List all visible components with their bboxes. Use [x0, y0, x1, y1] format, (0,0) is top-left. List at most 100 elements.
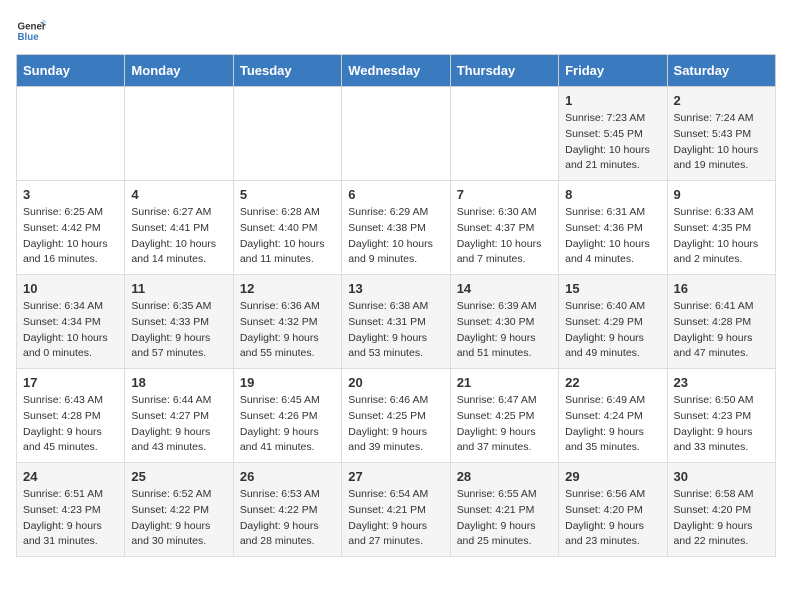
day-cell: 19Sunrise: 6:45 AMSunset: 4:26 PMDayligh…: [233, 369, 341, 463]
day-info: Sunrise: 6:54 AMSunset: 4:21 PMDaylight:…: [348, 487, 443, 550]
day-number: 27: [348, 469, 443, 484]
week-row-1: 1 Sunrise: 7:23 AMSunset: 5:45 PMDaylight…: [17, 87, 776, 181]
calendar-table: SundayMondayTuesdayWednesdayThursdayFrid…: [16, 54, 776, 557]
day-cell: 21 Sunrise: 6:47 AMSunset: 4:25 PMDayligh…: [450, 369, 558, 463]
day-cell: 2 Sunrise: 7:24 AMSunset: 5:43 PMDaylight…: [667, 87, 775, 181]
day-cell: 6 Sunrise: 6:29 AMSunset: 4:38 PMDaylight…: [342, 181, 450, 275]
day-info: Sunrise: 6:28 AMSunset: 4:40 PMDaylight:…: [240, 205, 335, 268]
day-cell: 25 Sunrise: 6:52 AMSunset: 4:22 PMDayligh…: [125, 463, 233, 557]
week-row-4: 17 Sunrise: 6:43 AMSunset: 4:28 PMDayligh…: [17, 369, 776, 463]
day-cell: [17, 87, 125, 181]
day-info: Sunrise: 6:25 AMSunset: 4:42 PMDaylight:…: [23, 205, 118, 268]
day-number: 14: [457, 281, 552, 296]
day-cell: 30Sunrise: 6:58 AMSunset: 4:20 PMDayligh…: [667, 463, 775, 557]
day-number: 25: [131, 469, 226, 484]
day-info: Sunrise: 6:55 AMSunset: 4:21 PMDaylight:…: [457, 487, 552, 550]
day-cell: 28 Sunrise: 6:55 AMSunset: 4:21 PMDayligh…: [450, 463, 558, 557]
day-cell: 20 Sunrise: 6:46 AMSunset: 4:25 PMDayligh…: [342, 369, 450, 463]
day-number: 28: [457, 469, 552, 484]
day-info: Sunrise: 6:56 AMSunset: 4:20 PMDaylight:…: [565, 487, 660, 550]
day-info: Sunrise: 7:24 AMSunset: 5:43 PMDaylight:…: [674, 111, 769, 174]
week-row-5: 24Sunrise: 6:51 AMSunset: 4:23 PMDayligh…: [17, 463, 776, 557]
day-info: Sunrise: 6:35 AMSunset: 4:33 PMDaylight:…: [131, 299, 226, 362]
day-number: 1: [565, 93, 660, 108]
day-cell: 8 Sunrise: 6:31 AMSunset: 4:36 PMDaylight…: [559, 181, 667, 275]
day-info: Sunrise: 6:47 AMSunset: 4:25 PMDaylight:…: [457, 393, 552, 456]
day-cell: 12Sunrise: 6:36 AMSunset: 4:32 PMDayligh…: [233, 275, 341, 369]
day-info: Sunrise: 6:31 AMSunset: 4:36 PMDaylight:…: [565, 205, 660, 268]
day-cell: 9Sunrise: 6:33 AMSunset: 4:35 PMDaylight…: [667, 181, 775, 275]
day-info: Sunrise: 6:51 AMSunset: 4:23 PMDaylight:…: [23, 487, 118, 550]
day-cell: [342, 87, 450, 181]
day-number: 29: [565, 469, 660, 484]
day-cell: 15 Sunrise: 6:40 AMSunset: 4:29 PMDayligh…: [559, 275, 667, 369]
day-number: 2: [674, 93, 769, 108]
logo-icon: General Blue: [16, 16, 46, 46]
day-number: 9: [674, 187, 769, 202]
day-info: Sunrise: 6:29 AMSunset: 4:38 PMDaylight:…: [348, 205, 443, 268]
day-cell: 27 Sunrise: 6:54 AMSunset: 4:21 PMDayligh…: [342, 463, 450, 557]
svg-text:Blue: Blue: [18, 32, 40, 43]
day-cell: 1 Sunrise: 7:23 AMSunset: 5:45 PMDaylight…: [559, 87, 667, 181]
day-info: Sunrise: 6:38 AMSunset: 4:31 PMDaylight:…: [348, 299, 443, 362]
day-cell: 4 Sunrise: 6:27 AMSunset: 4:41 PMDaylight…: [125, 181, 233, 275]
day-cell: 5 Sunrise: 6:28 AMSunset: 4:40 PMDaylight…: [233, 181, 341, 275]
day-info: Sunrise: 6:40 AMSunset: 4:29 PMDaylight:…: [565, 299, 660, 362]
day-cell: 26 Sunrise: 6:53 AMSunset: 4:22 PMDayligh…: [233, 463, 341, 557]
day-number: 30: [674, 469, 769, 484]
day-number: 4: [131, 187, 226, 202]
day-info: Sunrise: 6:46 AMSunset: 4:25 PMDaylight:…: [348, 393, 443, 456]
day-number: 15: [565, 281, 660, 296]
day-info: Sunrise: 6:53 AMSunset: 4:22 PMDaylight:…: [240, 487, 335, 550]
day-number: 26: [240, 469, 335, 484]
header-day-saturday: Saturday: [667, 55, 775, 87]
day-cell: 11 Sunrise: 6:35 AMSunset: 4:33 PMDayligh…: [125, 275, 233, 369]
day-info: Sunrise: 6:39 AMSunset: 4:30 PMDaylight:…: [457, 299, 552, 362]
day-cell: 14 Sunrise: 6:39 AMSunset: 4:30 PMDayligh…: [450, 275, 558, 369]
day-number: 7: [457, 187, 552, 202]
day-cell: 24Sunrise: 6:51 AMSunset: 4:23 PMDayligh…: [17, 463, 125, 557]
day-cell: 10Sunrise: 6:34 AMSunset: 4:34 PMDayligh…: [17, 275, 125, 369]
logo: General Blue: [16, 16, 46, 46]
calendar-body: 1 Sunrise: 7:23 AMSunset: 5:45 PMDaylight…: [17, 87, 776, 557]
header-day-friday: Friday: [559, 55, 667, 87]
day-number: 8: [565, 187, 660, 202]
day-number: 21: [457, 375, 552, 390]
header-day-sunday: Sunday: [17, 55, 125, 87]
day-cell: [450, 87, 558, 181]
day-number: 3: [23, 187, 118, 202]
day-cell: [233, 87, 341, 181]
day-info: Sunrise: 7:23 AMSunset: 5:45 PMDaylight:…: [565, 111, 660, 174]
day-number: 22: [565, 375, 660, 390]
day-info: Sunrise: 6:45 AMSunset: 4:26 PMDaylight:…: [240, 393, 335, 456]
day-info: Sunrise: 6:30 AMSunset: 4:37 PMDaylight:…: [457, 205, 552, 268]
day-info: Sunrise: 6:50 AMSunset: 4:23 PMDaylight:…: [674, 393, 769, 456]
day-info: Sunrise: 6:27 AMSunset: 4:41 PMDaylight:…: [131, 205, 226, 268]
day-cell: 23Sunrise: 6:50 AMSunset: 4:23 PMDayligh…: [667, 369, 775, 463]
day-number: 6: [348, 187, 443, 202]
day-info: Sunrise: 6:34 AMSunset: 4:34 PMDaylight:…: [23, 299, 118, 362]
day-info: Sunrise: 6:36 AMSunset: 4:32 PMDaylight:…: [240, 299, 335, 362]
day-info: Sunrise: 6:49 AMSunset: 4:24 PMDaylight:…: [565, 393, 660, 456]
day-cell: 29 Sunrise: 6:56 AMSunset: 4:20 PMDayligh…: [559, 463, 667, 557]
day-info: Sunrise: 6:41 AMSunset: 4:28 PMDaylight:…: [674, 299, 769, 362]
day-number: 20: [348, 375, 443, 390]
day-number: 17: [23, 375, 118, 390]
day-info: Sunrise: 6:43 AMSunset: 4:28 PMDaylight:…: [23, 393, 118, 456]
day-info: Sunrise: 6:52 AMSunset: 4:22 PMDaylight:…: [131, 487, 226, 550]
day-number: 18: [131, 375, 226, 390]
day-cell: 18 Sunrise: 6:44 AMSunset: 4:27 PMDayligh…: [125, 369, 233, 463]
week-row-3: 10Sunrise: 6:34 AMSunset: 4:34 PMDayligh…: [17, 275, 776, 369]
day-info: Sunrise: 6:44 AMSunset: 4:27 PMDaylight:…: [131, 393, 226, 456]
header-day-monday: Monday: [125, 55, 233, 87]
day-number: 16: [674, 281, 769, 296]
day-cell: 13Sunrise: 6:38 AMSunset: 4:31 PMDayligh…: [342, 275, 450, 369]
day-cell: [125, 87, 233, 181]
day-cell: 7 Sunrise: 6:30 AMSunset: 4:37 PMDaylight…: [450, 181, 558, 275]
header-day-thursday: Thursday: [450, 55, 558, 87]
day-number: 11: [131, 281, 226, 296]
calendar-header: SundayMondayTuesdayWednesdayThursdayFrid…: [17, 55, 776, 87]
header-day-tuesday: Tuesday: [233, 55, 341, 87]
day-number: 5: [240, 187, 335, 202]
header-day-wednesday: Wednesday: [342, 55, 450, 87]
